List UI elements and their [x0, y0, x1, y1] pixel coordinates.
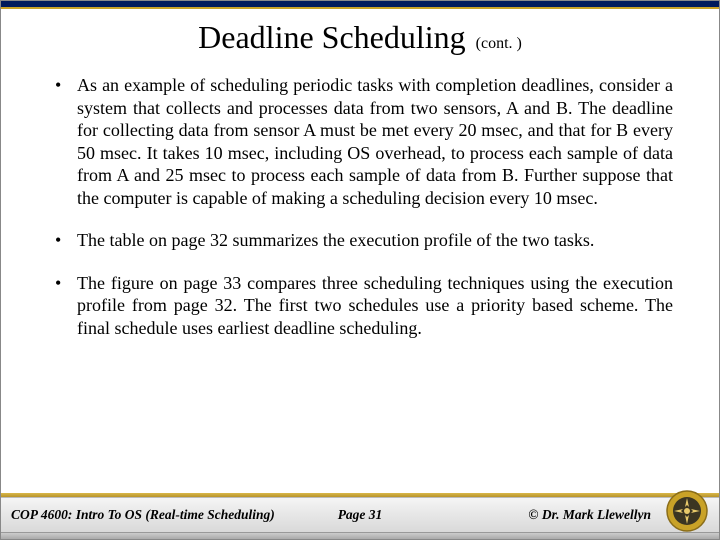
footer-author: © Dr. Mark Llewellyn: [528, 507, 651, 523]
footer-bottom-bar: [1, 533, 719, 539]
footer-bar: COP 4600: Intro To OS (Real-time Schedul…: [1, 497, 719, 533]
top-accent-bar: [1, 1, 719, 9]
footer-page: Page 31: [338, 507, 383, 523]
bullet-item: The table on page 32 summarizes the exec…: [47, 229, 673, 252]
bullet-list: As an example of scheduling periodic tas…: [47, 74, 673, 339]
body-area: As an example of scheduling periodic tas…: [1, 74, 719, 339]
title-area: Deadline Scheduling (cont. ): [1, 19, 719, 56]
bullet-item: As an example of scheduling periodic tas…: [47, 74, 673, 209]
bullet-item: The figure on page 33 compares three sch…: [47, 272, 673, 340]
ucf-logo-icon: [665, 489, 709, 533]
slide-title-cont: (cont. ): [476, 35, 522, 52]
footer-course: COP 4600: Intro To OS (Real-time Schedul…: [1, 507, 275, 523]
footer: COP 4600: Intro To OS (Real-time Schedul…: [1, 493, 719, 539]
slide: Deadline Scheduling (cont. ) As an examp…: [0, 0, 720, 540]
slide-title: Deadline Scheduling: [198, 19, 465, 55]
